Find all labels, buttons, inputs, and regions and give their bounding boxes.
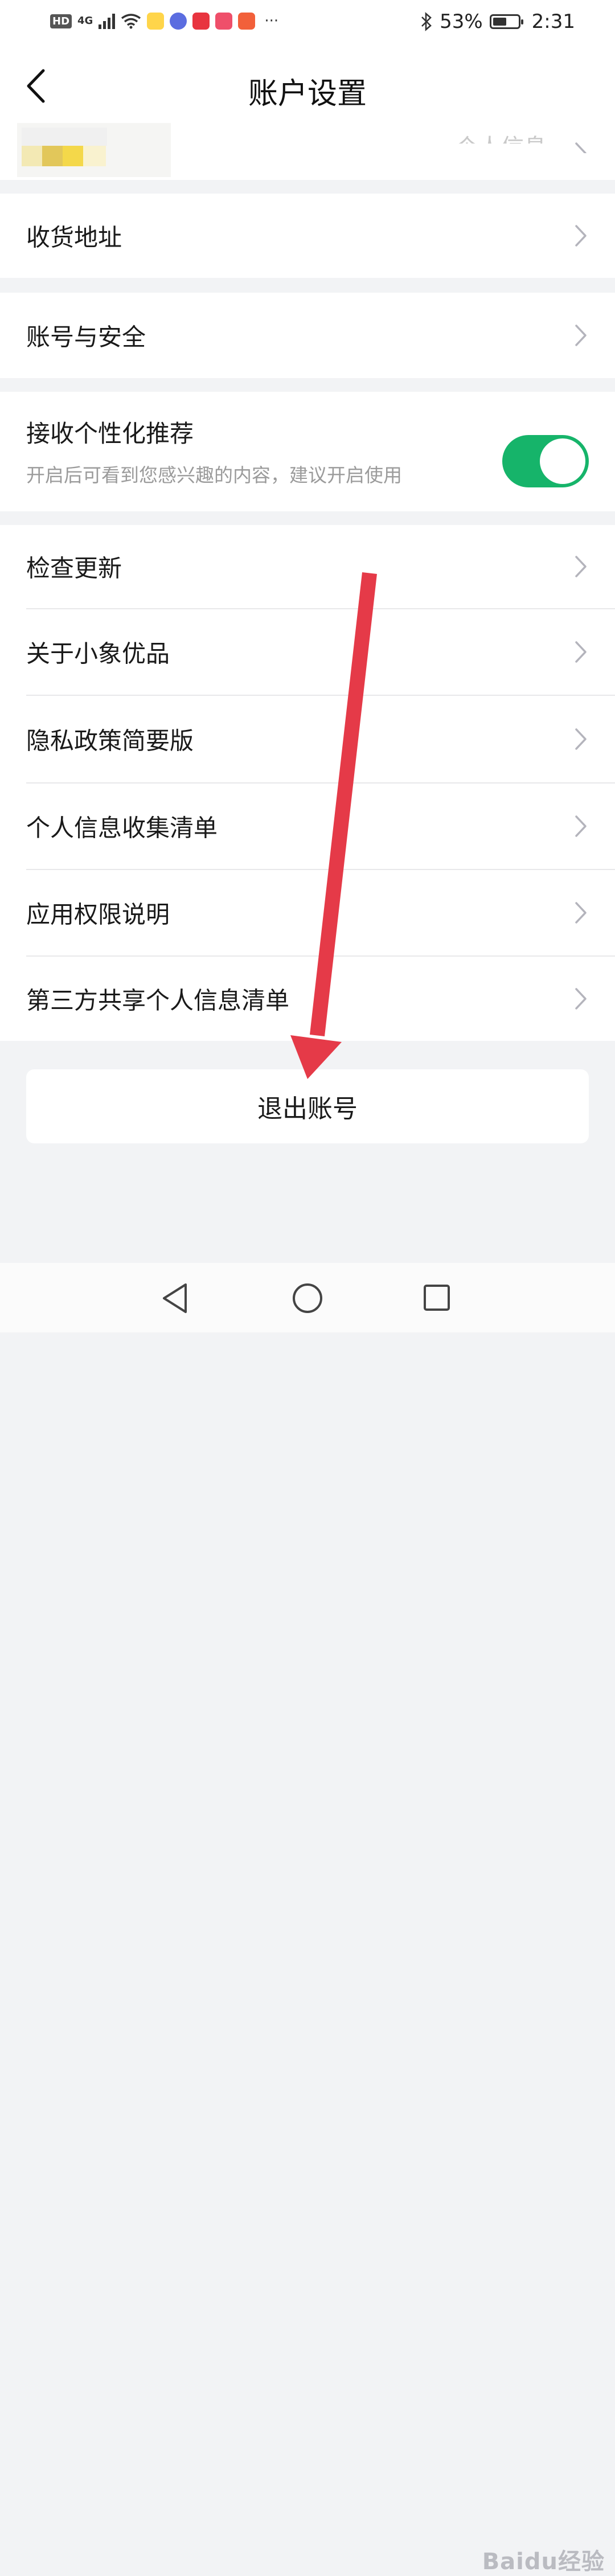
bluetooth-icon — [421, 12, 432, 31]
row-label: 隐私政策简要版 — [26, 727, 194, 755]
chevron-right-icon — [573, 140, 589, 166]
recommend-toggle[interactable] — [502, 435, 589, 487]
row-check-update[interactable]: 检查更新 — [0, 525, 615, 608]
row-about[interactable]: 关于小象优品 — [0, 609, 615, 695]
network-type: 4G — [77, 15, 93, 27]
battery-icon — [489, 14, 523, 29]
address-section: 收货地址 — [0, 194, 615, 278]
nav-recent-apps-icon[interactable] — [423, 1283, 451, 1312]
nav-home-icon[interactable] — [292, 1282, 323, 1314]
music-app-icon — [170, 13, 187, 30]
recommend-section: 接收个性化推荐 开启后可看到您感兴趣的内容，建议开启使用 — [0, 392, 615, 511]
shop-app-icon — [238, 13, 256, 30]
row-label: 关于小象优品 — [26, 639, 170, 668]
row-account-security[interactable]: 账号与安全 — [0, 293, 615, 378]
chevron-right-icon — [575, 325, 587, 346]
row-third-party-list[interactable]: 第三方共享个人信息清单 — [0, 957, 615, 1041]
account-section: 账号与安全 — [0, 293, 615, 378]
about-section: 检查更新 关于小象优品 隐私政策简要版 个人信息收集清单 应用权限说明 第三方共… — [0, 525, 615, 1041]
recommend-title: 接收个性化推荐 — [26, 420, 194, 448]
row-label: 应用权限说明 — [26, 900, 170, 929]
row-privacy-summary[interactable]: 隐私政策简要版 — [0, 696, 615, 782]
avatar — [17, 123, 171, 180]
recommend-subtitle: 开启后可看到您感兴趣的内容，建议开启使用 — [26, 464, 402, 486]
title-bar: 账户设置 — [0, 48, 615, 123]
profile-info-label: 个人信息 — [456, 134, 547, 161]
game-app-icon — [215, 13, 233, 30]
clock: 2:31 — [531, 10, 575, 33]
row-label: 检查更新 — [26, 554, 122, 583]
row-address[interactable]: 收货地址 — [0, 194, 615, 278]
chevron-right-icon — [575, 728, 587, 750]
row-label: 个人信息收集清单 — [26, 814, 218, 842]
signal-icon — [99, 13, 116, 29]
hd-indicator: HD — [50, 14, 72, 28]
status-icons-left: HD 4G ··· — [50, 13, 278, 30]
nav-back-icon[interactable] — [161, 1282, 189, 1314]
profile-section[interactable]: 个人信息 — [0, 123, 615, 180]
battery-percent: 53% — [440, 10, 483, 33]
chevron-right-icon — [575, 815, 587, 837]
toggle-knob — [540, 438, 585, 484]
status-bar: HD 4G ··· 53% 2:31 — [0, 0, 615, 48]
watermark: Baidu经验 — [482, 2549, 605, 2575]
wifi-icon — [121, 14, 141, 29]
row-label: 第三方共享个人信息清单 — [26, 986, 290, 1015]
chevron-right-icon — [575, 902, 587, 924]
app-notification-icon — [147, 13, 165, 30]
row-label: 账号与安全 — [26, 323, 146, 351]
more-notifications-icon: ··· — [264, 13, 279, 30]
chevron-right-icon — [575, 988, 587, 1010]
page-title: 账户设置 — [248, 77, 367, 111]
chevron-right-icon — [575, 556, 587, 577]
chevron-right-icon — [575, 641, 587, 663]
row-app-permissions[interactable]: 应用权限说明 — [0, 870, 615, 955]
logout-button[interactable]: 退出账号 — [26, 1069, 589, 1143]
status-icons-right: 53% 2:31 — [420, 10, 575, 33]
reader-app-icon — [192, 13, 210, 30]
row-label: 收货地址 — [26, 223, 122, 252]
row-personal-info-list[interactable]: 个人信息收集清单 — [0, 784, 615, 869]
chevron-right-icon — [575, 225, 587, 247]
system-nav-bar: Baidu经验 — [0, 1263, 615, 2575]
